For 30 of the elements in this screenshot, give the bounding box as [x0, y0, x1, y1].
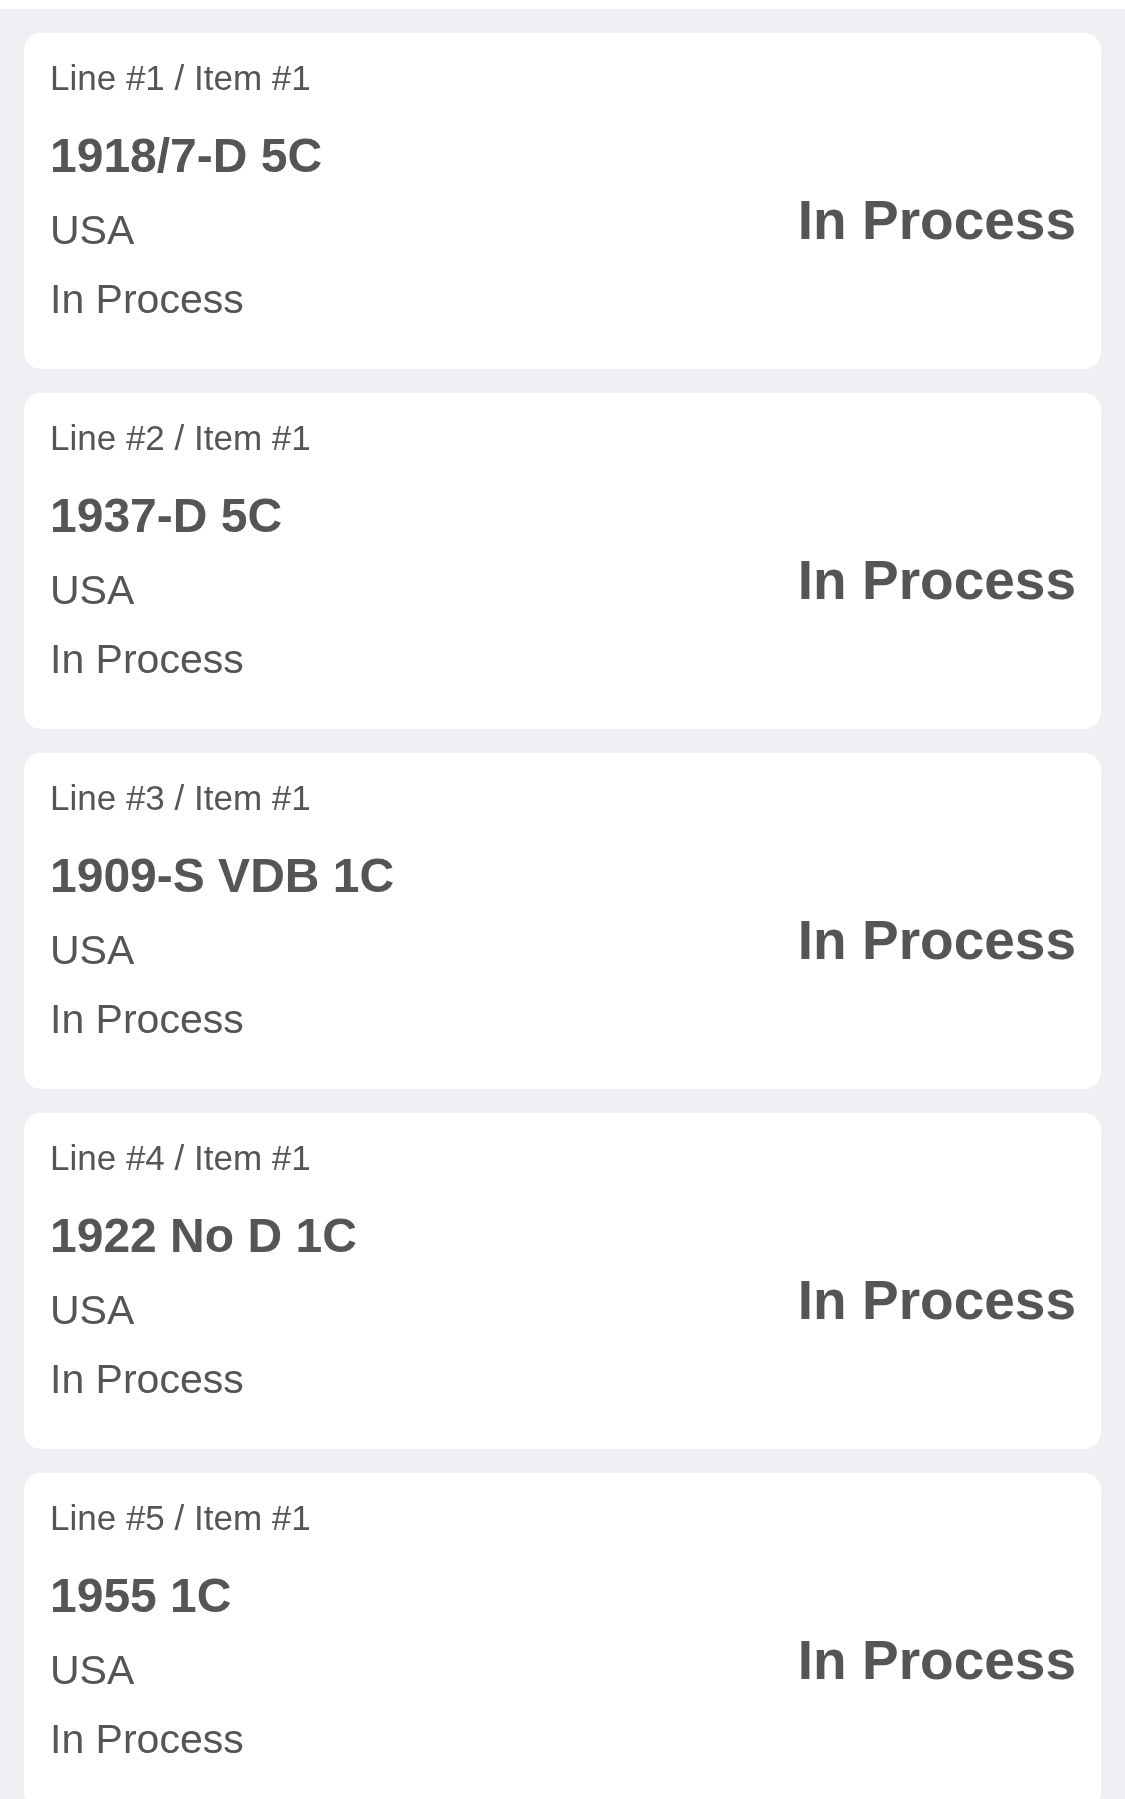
country-text: USA	[50, 926, 136, 975]
status-text: In Process	[50, 995, 245, 1044]
status-text: In Process	[50, 275, 245, 324]
order-card[interactable]: Line #5 / Item #1 1955 1C USA In Process In Process	[24, 1473, 1101, 1799]
line-item-label: Line #4 / Item #1	[50, 1137, 312, 1179]
order-card[interactable]: Line #2 / Item #1 1937-D 5C USA In Process In Process	[24, 393, 1101, 729]
status-label: In Process	[797, 188, 1076, 252]
coin-title: 1918/7-D 5C	[50, 128, 323, 184]
coin-title: 1909-S VDB 1C	[50, 848, 395, 904]
status-text: In Process	[50, 635, 245, 684]
country-text: USA	[50, 566, 136, 615]
coin-title: 1922 No D 1C	[50, 1208, 357, 1264]
line-item-label: Line #5 / Item #1	[50, 1497, 311, 1539]
order-card[interactable]: Line #1 / Item #1 1918/7-D 5C USA In Process In Process	[24, 33, 1101, 369]
line-item-label: Line #3 / Item #1	[50, 777, 312, 819]
status-label: In Process	[797, 908, 1076, 972]
country-text: USA	[50, 1646, 136, 1695]
order-card[interactable]: Line #3 / Item #1 1909-S VDB 1C USA In Process In Process	[24, 753, 1101, 1089]
status-text: In Process	[50, 1355, 245, 1404]
line-item-label: Line #1 / Item #1	[50, 57, 312, 99]
status-text: In Process	[50, 1715, 245, 1764]
line-item-label: Line #2 / Item #1	[50, 417, 311, 459]
status-label: In Process	[797, 548, 1076, 612]
country-text: USA	[50, 1286, 136, 1335]
country-text: USA	[50, 206, 136, 255]
order-card[interactable]: Line #4 / Item #1 1922 No D 1C USA In Process In Process	[24, 1113, 1101, 1449]
status-label: In Process	[797, 1628, 1076, 1692]
status-label: In Process	[797, 1268, 1076, 1332]
coin-title: 1937-D 5C	[50, 488, 284, 544]
coin-title: 1955 1C	[50, 1568, 233, 1624]
